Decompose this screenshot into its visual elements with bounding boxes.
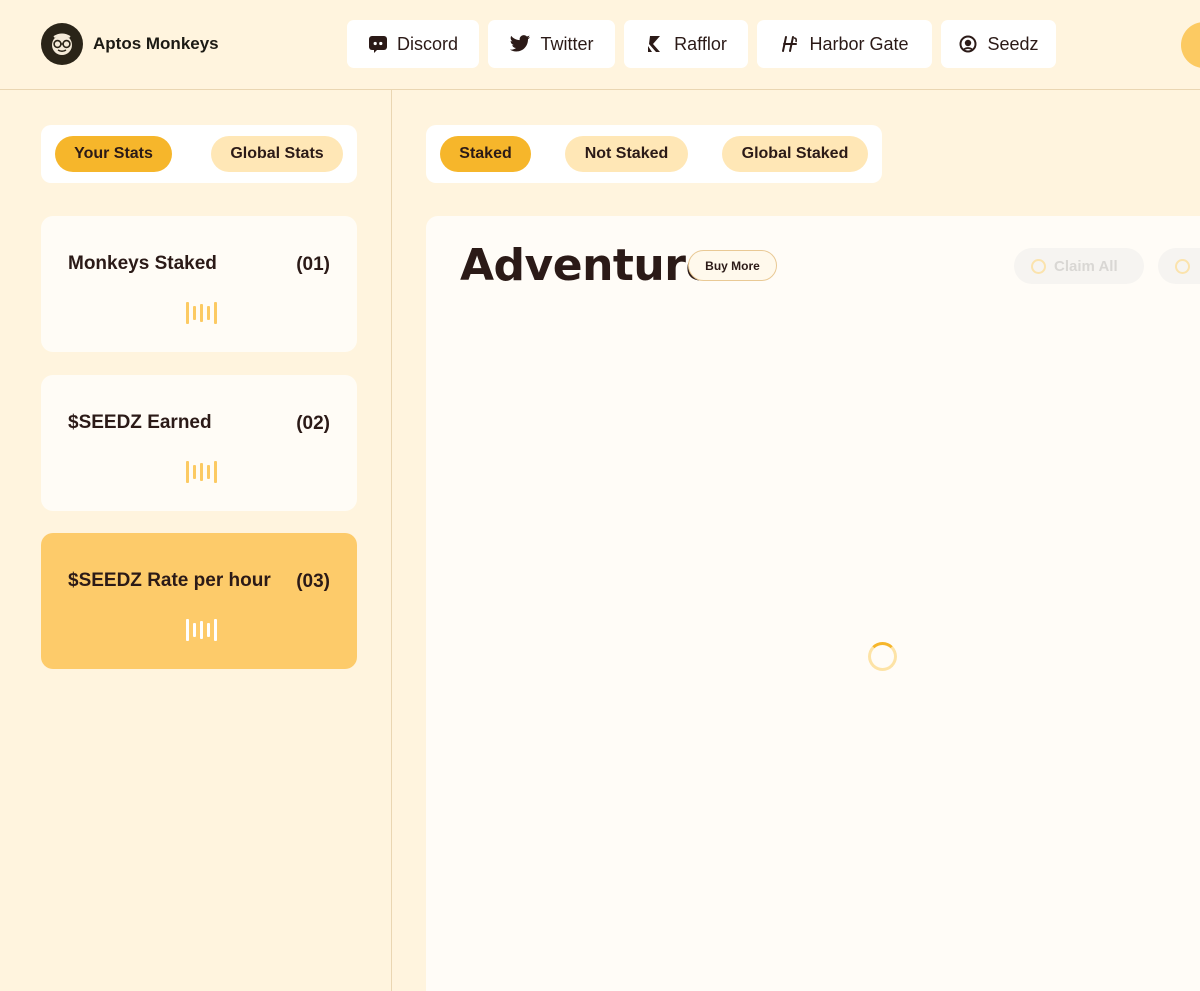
tab-staked[interactable]: Staked <box>440 136 531 172</box>
twitter-icon <box>509 34 531 54</box>
nav-link-discord[interactable]: Discord <box>347 20 479 68</box>
tab-global-stats[interactable]: Global Stats <box>211 136 343 172</box>
tab-not-staked[interactable]: Not Staked <box>565 136 688 172</box>
nav-link-label: Seedz <box>987 33 1039 54</box>
loading-bars-icon <box>186 460 217 484</box>
brand-name: Aptos Monkeys <box>93 34 219 53</box>
tab-your-stats[interactable]: Your Stats <box>55 136 172 172</box>
harbor-gate-icon <box>780 34 800 54</box>
stat-card-seedz-earned: $SEEDZ Earned (02) <box>41 375 357 511</box>
buy-more-button[interactable]: Buy More <box>688 250 777 281</box>
stats-tab-group: Your Stats Global Stats <box>41 125 357 183</box>
nav-link-harbor-gate[interactable]: Harbor Gate <box>757 20 932 68</box>
stat-index: (01) <box>296 254 330 275</box>
seedz-icon <box>958 34 978 54</box>
loading-ring-icon <box>1031 258 1046 274</box>
stat-index: (02) <box>296 413 330 434</box>
nav-link-seedz[interactable]: Seedz <box>941 20 1056 68</box>
monkey-logo-icon <box>41 23 83 65</box>
nav-link-label: Rafflor <box>674 33 727 54</box>
stat-card-monkeys-staked: Monkeys Staked (01) <box>41 216 357 352</box>
discord-icon <box>368 34 388 54</box>
stat-card-seedz-rate: $SEEDZ Rate per hour (03) <box>41 533 357 669</box>
brand[interactable]: Aptos Monkeys <box>41 23 219 65</box>
sidebar-divider <box>391 90 392 991</box>
stat-label: $SEEDZ Rate per hour <box>68 570 271 591</box>
loading-spinner-icon <box>868 642 897 671</box>
staking-tab-group: Staked Not Staked Global Staked <box>426 125 882 183</box>
rafflor-icon <box>645 34 665 54</box>
adventure-panel: Adventure Buy More Claim All <box>426 216 1200 991</box>
nav-link-rafflor[interactable]: Rafflor <box>624 20 748 68</box>
page-title: Adventure <box>460 240 715 291</box>
top-header: Aptos Monkeys Discord Twitter Rafflor Ha… <box>0 0 1200 90</box>
loading-ring-icon <box>1175 258 1190 274</box>
nav-link-label: Harbor Gate <box>809 33 909 54</box>
stat-index: (03) <box>296 571 330 592</box>
wallet-button[interactable] <box>1181 22 1200 68</box>
loading-bars-icon <box>186 618 217 642</box>
nav-link-label: Twitter <box>540 33 594 54</box>
loading-bars-icon <box>186 301 217 325</box>
secondary-action-button[interactable] <box>1158 248 1200 284</box>
tab-global-staked[interactable]: Global Staked <box>722 136 868 172</box>
claim-all-label: Claim All <box>1054 257 1118 275</box>
claim-all-button[interactable]: Claim All <box>1014 248 1144 284</box>
nav-link-twitter[interactable]: Twitter <box>488 20 615 68</box>
stat-label: Monkeys Staked <box>68 253 217 274</box>
stat-label: $SEEDZ Earned <box>68 412 212 433</box>
nav-link-label: Discord <box>396 33 458 54</box>
